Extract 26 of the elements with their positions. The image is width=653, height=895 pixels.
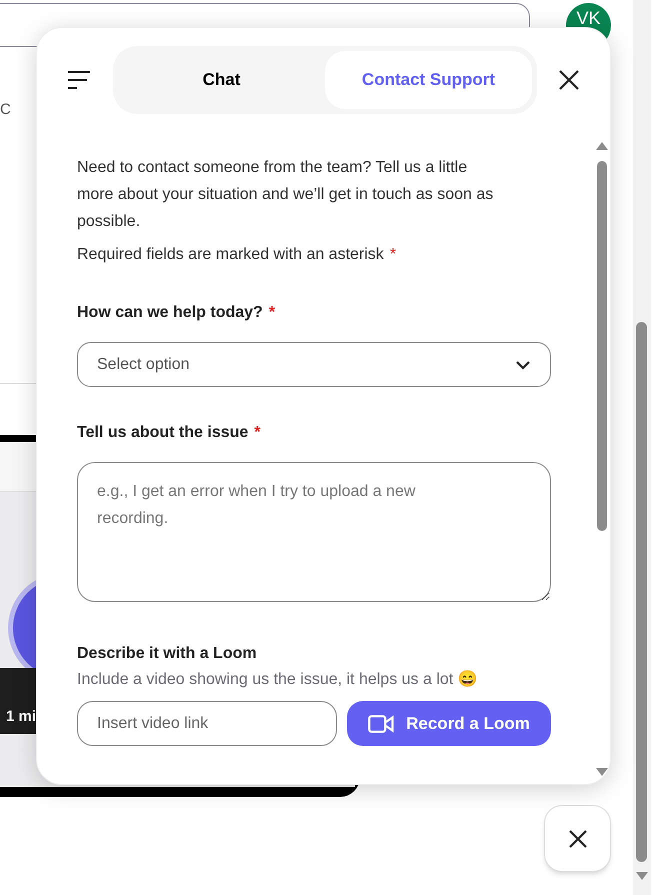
chevron-down-icon bbox=[515, 360, 531, 370]
tab[interactable]: Chat bbox=[118, 51, 325, 109]
required-mark: * bbox=[390, 245, 396, 265]
close-icon bbox=[568, 828, 588, 848]
field-label: How can we help today? bbox=[77, 303, 263, 323]
duration-text: 1 mi bbox=[6, 707, 36, 727]
field-label: Tell us about the issue bbox=[77, 423, 248, 443]
scrollbar[interactable] bbox=[595, 140, 609, 778]
required-mark: * bbox=[254, 423, 261, 443]
record-button[interactable]: Record a Loom bbox=[347, 701, 551, 746]
scrollbar[interactable] bbox=[633, 0, 651, 895]
menu-button[interactable] bbox=[67, 69, 91, 91]
menu-icon bbox=[67, 70, 91, 90]
intro-text: Need to contact someone from the team? Tell us a little more about your situation and we’ll get in touch as soon as possible. bbox=[77, 158, 494, 232]
page-text: C bbox=[0, 100, 11, 120]
required-mark: * bbox=[268, 303, 276, 323]
tab[interactable]: Contact Support bbox=[325, 51, 532, 109]
section-title: Describe it with a Loom bbox=[77, 644, 258, 664]
video-camera-icon bbox=[368, 714, 394, 732]
text-area[interactable]: e.g., I get an error when I try to upload a new recording. bbox=[77, 462, 551, 602]
section-description: Include a video showing us the issue, it helps us a lot 😄 bbox=[77, 669, 479, 690]
note-text: Required fields are marked with an asterisk bbox=[77, 245, 384, 265]
select-dropdown[interactable]: Select option bbox=[77, 342, 551, 387]
video-link-field[interactable]: Insert video link bbox=[77, 701, 337, 746]
close-button[interactable] bbox=[558, 69, 580, 91]
close-icon bbox=[559, 70, 579, 90]
